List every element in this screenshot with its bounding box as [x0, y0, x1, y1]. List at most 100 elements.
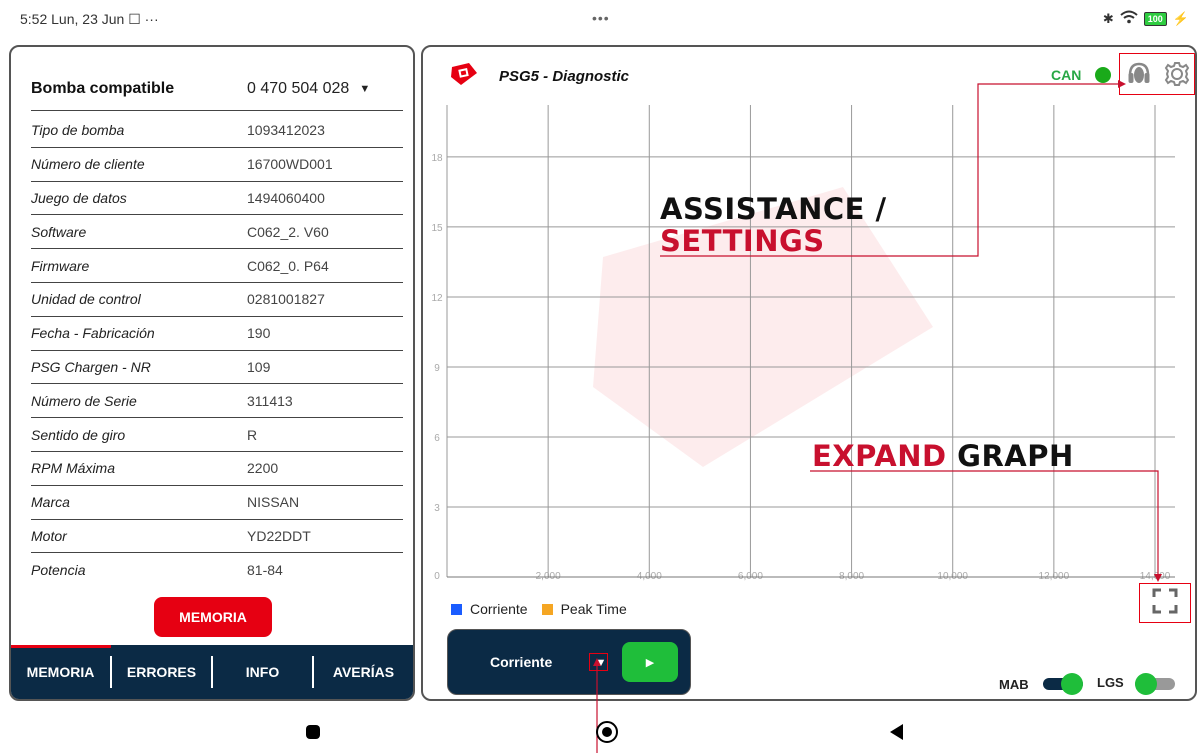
pump-value-dropdown[interactable]: 0 470 504 028 ▼ [247, 80, 370, 98]
memoria-button[interactable]: MEMORIA [154, 597, 272, 637]
pump-selector[interactable]: Bomba compatible 0 470 504 028 ▼ [31, 67, 403, 111]
lgs-toggle-label: LGS [1097, 675, 1124, 690]
mab-toggle-knob [1061, 673, 1083, 695]
table-row: Juego de datos 1494060400 [31, 182, 403, 216]
bottom-tab-bar: MEMORIA ERRORES INFO AVERÍAS [11, 645, 413, 699]
row-value: 109 [247, 358, 271, 375]
row-label: Juego de datos [31, 189, 127, 206]
status-icons: ✱ 100 ⚡ [1103, 10, 1189, 27]
mab-toggle[interactable] [1043, 673, 1083, 695]
pump-value: 0 470 504 028 [247, 79, 350, 97]
row-label: Software [31, 223, 87, 240]
table-row: Motor YD22DDT [31, 520, 403, 554]
panel-title: PSG5 - Diagnostic [499, 68, 630, 85]
measurement-selector: Corriente ▼ ▶ [447, 629, 691, 695]
row-value: 16700WD001 [247, 156, 333, 173]
table-row: Firmware C062_0. P64 [31, 249, 403, 283]
row-value: 311413 [247, 392, 293, 409]
y-tick-label: 6 [434, 433, 440, 444]
pump-info-table: Tipo de bomba 1093412023 Número de cliente… [31, 114, 403, 587]
settings-highlight-box [1119, 53, 1195, 95]
settings-text: SETTINGS [660, 224, 825, 258]
table-row: Unidad de control 0281001827 [31, 283, 403, 317]
y-tick-label: 18 [431, 153, 443, 164]
diagnostic-panel: PSG5 - Diagnostic CAN 0 2,000 4,000 6,000 8,… [421, 45, 1197, 701]
tab-averias[interactable]: AVERÍAS [314, 645, 413, 699]
measurement-label: Corriente [490, 654, 553, 670]
expand-text: EXPAND [812, 439, 947, 473]
diagnostic-chart: 0 2,000 4,000 6,000 8,000 10,000 12,000 14,0003… [431, 105, 1175, 582]
table-row: RPM Máxima 2200 [31, 452, 403, 486]
row-value: NISSAN [247, 494, 300, 511]
row-value: R [247, 426, 258, 443]
back-icon[interactable] [890, 724, 903, 740]
assistance-settings-annotation: ASSISTANCE / SETTINGS [660, 193, 887, 257]
tab-errores[interactable]: ERRORES [112, 645, 211, 699]
table-row: PSG Chargen - NR 109 [31, 351, 403, 385]
chart-legend: Corriente Peak Time [451, 601, 627, 617]
row-label: Marca [31, 494, 70, 511]
status-time: 5:52 Lun, 23 Jun ☐ ··· [20, 11, 159, 28]
row-label: Número de Serie [31, 392, 137, 409]
table-row: Sentido de giro R [31, 418, 403, 452]
status-center-dots: ••• [592, 10, 610, 26]
row-value: 1093412023 [247, 122, 325, 139]
row-value: 2200 [247, 460, 279, 477]
table-row: Marca NISSAN [31, 486, 403, 520]
row-label: Unidad de control [31, 291, 141, 308]
row-value: 190 [247, 325, 271, 342]
pump-info-panel: Bomba compatible 0 470 504 028 ▼ Tipo de… [9, 45, 415, 701]
row-label: Número de cliente [31, 156, 145, 173]
table-row: Número de cliente 16700WD001 [31, 148, 403, 182]
tab-memoria[interactable]: MEMORIA [11, 645, 110, 699]
notification-icon: ☐ ··· [128, 11, 159, 27]
row-label: Sentido de giro [31, 426, 126, 443]
row-label: PSG Chargen - NR [31, 358, 151, 375]
play-button[interactable]: ▶ [622, 642, 678, 682]
row-value: YD22DDT [247, 527, 311, 544]
legend-label-corriente: Corriente [470, 601, 528, 617]
row-value: 0281001827 [247, 291, 325, 308]
chevron-down-icon[interactable]: ▼ [359, 83, 370, 95]
clock-time: 5:52 [20, 11, 48, 27]
row-label: RPM Máxima [31, 460, 116, 477]
row-label: Firmware [31, 257, 90, 274]
home-icon[interactable] [596, 721, 618, 743]
mab-toggle-label: MAB [999, 677, 1029, 692]
selector-highlight-box [589, 653, 608, 671]
row-label: Tipo de bomba [31, 122, 125, 139]
row-label: Potencia [31, 562, 86, 579]
row-value: 1494060400 [247, 189, 325, 206]
psg-logo-icon [451, 63, 477, 85]
graph-text: GRAPH [957, 439, 1074, 473]
y-tick-label: 15 [431, 223, 443, 234]
x-tick-label: 0 [434, 571, 440, 582]
y-tick-label: 12 [431, 293, 443, 304]
clock-date: Lun, 23 Jun [51, 11, 125, 27]
lgs-toggle-knob [1135, 673, 1157, 695]
tab-info[interactable]: INFO [213, 645, 312, 699]
status-bar: 5:52 Lun, 23 Jun ☐ ··· ••• ✱ 100 ⚡ [0, 0, 1203, 36]
battery-icon: 100 [1143, 11, 1167, 26]
legend-label-peak-time: Peak Time [560, 601, 627, 617]
y-tick-label: 9 [434, 363, 440, 374]
table-row: Tipo de bomba 1093412023 [31, 114, 403, 148]
recent-apps-icon[interactable] [306, 725, 320, 739]
table-row: Número de Serie 311413 [31, 384, 403, 419]
bluetooth-icon: ✱ [1102, 10, 1114, 26]
table-row: Fecha - Fabricación 190 [31, 317, 403, 351]
system-nav-bar [0, 712, 1203, 753]
lgs-toggle[interactable] [1135, 673, 1175, 695]
row-value: 81-84 [247, 562, 283, 579]
charging-icon: ⚡ [1172, 10, 1189, 26]
row-value: C062_0. P64 [247, 257, 329, 274]
y-tick-label: 3 [434, 503, 440, 514]
pump-label: Bomba compatible [31, 79, 175, 97]
row-label: Motor [31, 527, 67, 544]
assistance-text: ASSISTANCE / [660, 192, 887, 226]
table-row: Software C062_2. V60 [31, 215, 403, 250]
expand-graph-annotation: EXPAND GRAPH [812, 440, 1074, 472]
can-status-label: CAN [1051, 67, 1082, 83]
wifi-icon [1120, 10, 1138, 27]
table-row: Potencia 81-84 [31, 553, 403, 587]
